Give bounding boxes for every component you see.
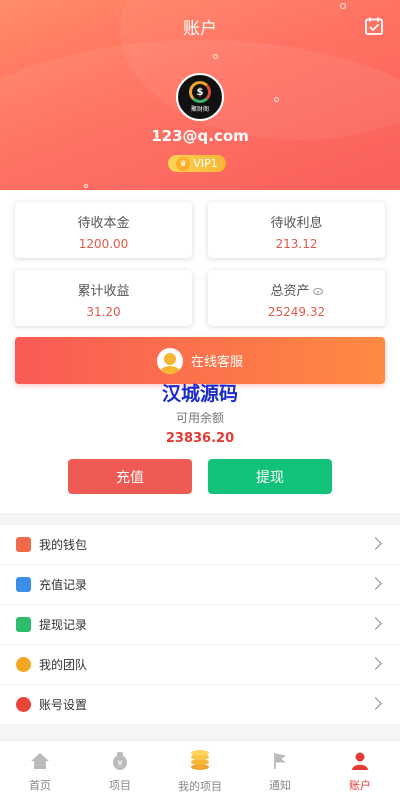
my-project-icon bbox=[191, 750, 209, 770]
menu-item-withdraw-records[interactable]: 提现记录 bbox=[0, 605, 400, 645]
stat-card-pending-principal: 待收本金 1200.00 bbox=[15, 202, 192, 258]
menu-item-label: 充值记录 bbox=[39, 578, 88, 592]
tab-label: 账户 bbox=[349, 779, 371, 792]
stat-card-pending-interest: 待收利息 213.12 bbox=[208, 202, 385, 258]
withdraw-button[interactable]: 提现 bbox=[208, 459, 332, 494]
menu-item-my-team[interactable]: 我的团队 bbox=[0, 645, 400, 685]
service-label: 在线客服 bbox=[190, 355, 243, 370]
menu-item-wallet[interactable]: 我的钱包 bbox=[0, 525, 400, 565]
chevron-right-icon bbox=[369, 577, 382, 590]
tab-label: 首页 bbox=[29, 779, 51, 792]
tab-label: 通知 bbox=[269, 779, 291, 792]
tab-label: 我的项目 bbox=[178, 780, 222, 793]
decor-dot bbox=[340, 3, 346, 9]
stat-value: 213.12 bbox=[275, 237, 318, 251]
decor-dot bbox=[84, 184, 88, 188]
balance-value: 23836.20 bbox=[165, 431, 235, 446]
chevron-right-icon bbox=[369, 537, 382, 550]
crown-icon: ♛ bbox=[176, 156, 191, 171]
menu-item-label: 我的团队 bbox=[39, 658, 88, 672]
eye-icon[interactable] bbox=[312, 288, 323, 295]
chevron-right-icon bbox=[369, 697, 382, 710]
online-service-button[interactable]: 在线客服 bbox=[15, 337, 385, 384]
recharge-button[interactable]: 充值 bbox=[68, 459, 192, 494]
svg-text:¥: ¥ bbox=[117, 759, 122, 768]
stat-value: 1200.00 bbox=[78, 237, 129, 251]
chevron-right-icon bbox=[369, 657, 382, 670]
team-icon bbox=[16, 657, 31, 672]
user-email: 123@q.com bbox=[151, 127, 249, 145]
stat-card-total-assets: 总资产 25249.32 bbox=[208, 270, 385, 326]
notice-flag-icon bbox=[274, 753, 286, 769]
menu-item-label: 我的钱包 bbox=[39, 538, 88, 552]
account-icon bbox=[352, 752, 368, 770]
recharge-record-icon bbox=[16, 577, 31, 592]
account-header: 账户 $ 聚财阁 123@q.com ♛ VIP1 bbox=[0, 0, 400, 190]
stat-value: 31.20 bbox=[86, 305, 121, 319]
account-menu: 我的钱包 充值记录 提现记录 我的团队 账号设置 bbox=[0, 525, 400, 725]
settings-icon bbox=[16, 697, 31, 712]
avatar-brand: 聚财阁 bbox=[190, 106, 209, 113]
dollar-coin-icon: $ bbox=[189, 81, 211, 103]
calendar-check-icon[interactable] bbox=[364, 16, 384, 36]
watermark-text: 汉城源码 bbox=[161, 383, 238, 405]
menu-item-label: 提现记录 bbox=[39, 618, 88, 632]
bottom-tab-bar: 首页 ¥ 项目 我的项目 通知 账户 bbox=[0, 740, 400, 799]
vip-label: VIP1 bbox=[193, 157, 218, 170]
decor-dot bbox=[274, 97, 279, 102]
chevron-right-icon bbox=[369, 617, 382, 630]
tab-projects[interactable]: ¥ 项目 bbox=[80, 741, 160, 799]
customer-service-icon bbox=[156, 347, 183, 374]
stat-label: 累计收益 bbox=[77, 284, 130, 299]
vip-badge: ♛ VIP1 bbox=[168, 155, 226, 172]
balance-label: 可用余额 bbox=[175, 411, 224, 425]
wallet-icon bbox=[16, 537, 31, 552]
project-icon: ¥ bbox=[113, 752, 127, 770]
menu-item-label: 账号设置 bbox=[39, 698, 88, 712]
stat-label-text: 总资产 bbox=[270, 284, 310, 299]
tab-home[interactable]: 首页 bbox=[0, 741, 80, 799]
tab-label: 项目 bbox=[109, 779, 131, 792]
tab-my-projects[interactable]: 我的项目 bbox=[160, 741, 240, 799]
avatar[interactable]: $ 聚财阁 bbox=[176, 73, 224, 121]
menu-item-recharge-records[interactable]: 充值记录 bbox=[0, 565, 400, 605]
menu-item-account-settings[interactable]: 账号设置 bbox=[0, 685, 400, 725]
balance-panel: 汉城源码 可用余额 23836.20 充值 提现 bbox=[0, 383, 400, 513]
stat-label: 待收利息 bbox=[270, 216, 323, 231]
stat-label: 待收本金 bbox=[77, 216, 130, 231]
tab-account[interactable]: 账户 bbox=[320, 741, 400, 799]
stat-value: 25249.32 bbox=[267, 305, 326, 319]
home-icon bbox=[31, 753, 49, 769]
stat-card-total-earnings: 累计收益 31.20 bbox=[15, 270, 192, 326]
tab-notice[interactable]: 通知 bbox=[240, 741, 320, 799]
withdraw-record-icon bbox=[16, 617, 31, 632]
decor-dot bbox=[213, 54, 218, 59]
page-title: 账户 bbox=[183, 19, 217, 39]
stat-label: 总资产 bbox=[208, 280, 385, 299]
